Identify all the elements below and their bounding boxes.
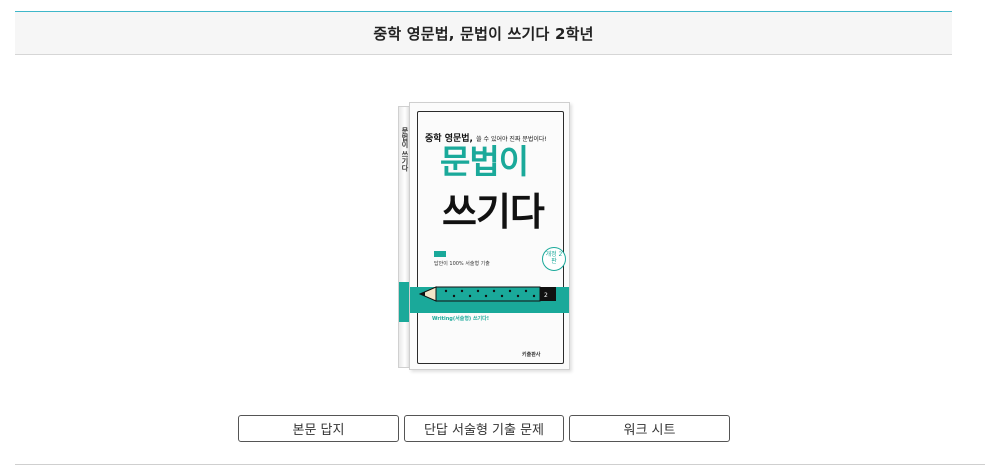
book-cover-image: 문법이 쓰기다 중학 영문법, 쓸 수 있어야 진짜 문법이다! 문법이 쓰기다… — [398, 102, 570, 370]
book-front-cover: 중학 영문법, 쓸 수 있어야 진짜 문법이다! 문법이 쓰기다 개정 2판 답… — [409, 102, 570, 370]
cover-blurb: 답안이 100% 서술형 기출 — [434, 261, 490, 267]
cover-title-line2: 쓰기다 — [442, 190, 545, 234]
action-button-group: 본문 답지 단답 서술형 기출 문제 워크 시트 — [238, 415, 730, 442]
edition-sticker: 개정 2판 — [542, 247, 566, 271]
page-title: 중학 영문법, 문법이 쓰기다 2학년 — [373, 24, 594, 43]
publisher-logo: 키출판사 — [522, 352, 541, 358]
cover-bottom-highlight: Writing(서술형) 쓰기다! — [432, 316, 490, 322]
worksheet-button[interactable]: 워크 시트 — [569, 415, 730, 442]
page-header: 중학 영문법, 문법이 쓰기다 2학년 — [15, 11, 952, 55]
cover-badge — [434, 251, 446, 257]
short-answer-exam-button[interactable]: 단답 서술형 기출 문제 — [404, 415, 564, 442]
cover-title-line1: 문법이 — [440, 142, 529, 181]
pencil-illustration: 2 — [418, 286, 556, 302]
answer-key-button[interactable]: 본문 답지 — [238, 415, 399, 442]
cover-bottom-text: Writing(서술형) 쓰기다! — [432, 316, 489, 324]
svg-text:2: 2 — [544, 292, 548, 299]
bottom-divider — [15, 464, 985, 465]
